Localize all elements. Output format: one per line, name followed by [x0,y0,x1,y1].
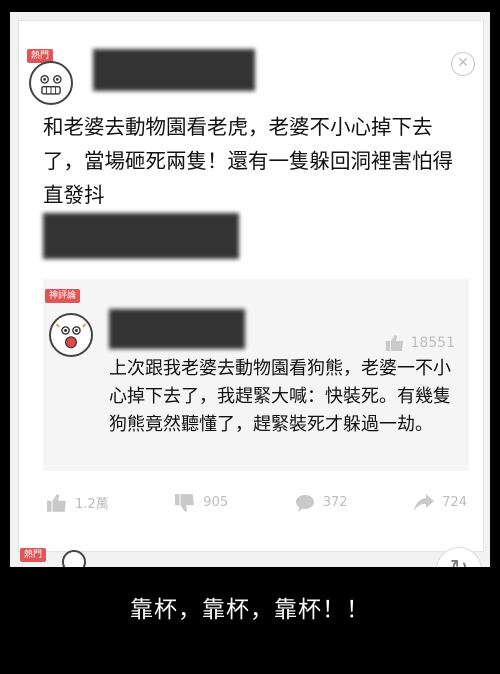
shocked-face-icon [55,323,87,349]
comment-count: 372 [322,495,348,510]
share-arrow-icon [414,493,435,512]
close-icon[interactable]: ✕ [451,52,475,76]
action-bar: 1.2萬 905 372 724 [47,493,467,512]
post-card: 熱門 ✕ 和老婆去動物園看老虎，老婆不小心掉下去了，當場砸死兩隻！還有一隻躲回洞… [18,20,484,552]
hot-comment-badge: 神評論 [45,289,81,303]
avatar[interactable] [29,61,73,105]
dislike-button[interactable]: 905 [175,493,228,512]
share-button[interactable]: 724 [414,493,467,512]
thumbs-up-icon [47,493,67,512]
featured-reply: 神評論 18551 上次跟我老婆去動物園看狗熊，老婆一不小心掉下去了，我趕緊大喊… [43,279,469,471]
comment-button[interactable]: 372 [295,493,348,512]
thumbs-down-icon [175,493,195,512]
cartoon-face-icon [40,75,62,95]
share-count: 724 [442,495,467,510]
like-count: 1.2萬 [75,497,109,512]
redacted-meta [43,213,239,259]
dislike-count: 905 [203,495,229,510]
next-post-avatar[interactable] [62,550,86,567]
like-button[interactable]: 1.2萬 [47,493,109,512]
next-post-badge: 熱門 [20,548,47,562]
thumbs-up-icon [386,335,404,351]
redacted-reply-username [109,309,245,349]
comment-bubble-icon [295,494,315,512]
app-screen: 熱門 ✕ 和老婆去動物園看老虎，老婆不小心掉下去了，當場砸死兩隻！還有一隻躲回洞… [10,12,490,567]
meme-caption: 靠杯，靠杯，靠杯！！ [130,597,370,623]
reply-avatar[interactable] [49,313,93,357]
reply-like-count: 18551 [410,335,455,351]
redacted-username [93,49,255,91]
post-text: 和老婆去動物園看老虎，老婆不小心掉下去了，當場砸死兩隻！還有一隻躲回洞裡害怕得直… [43,115,453,207]
reply-like[interactable]: 18551 [386,335,455,351]
reply-text: 上次跟我老婆去動物園看狗熊，老婆一不小心掉下去了，我趕緊大喊：快裝死。有幾隻狗熊… [109,358,451,435]
